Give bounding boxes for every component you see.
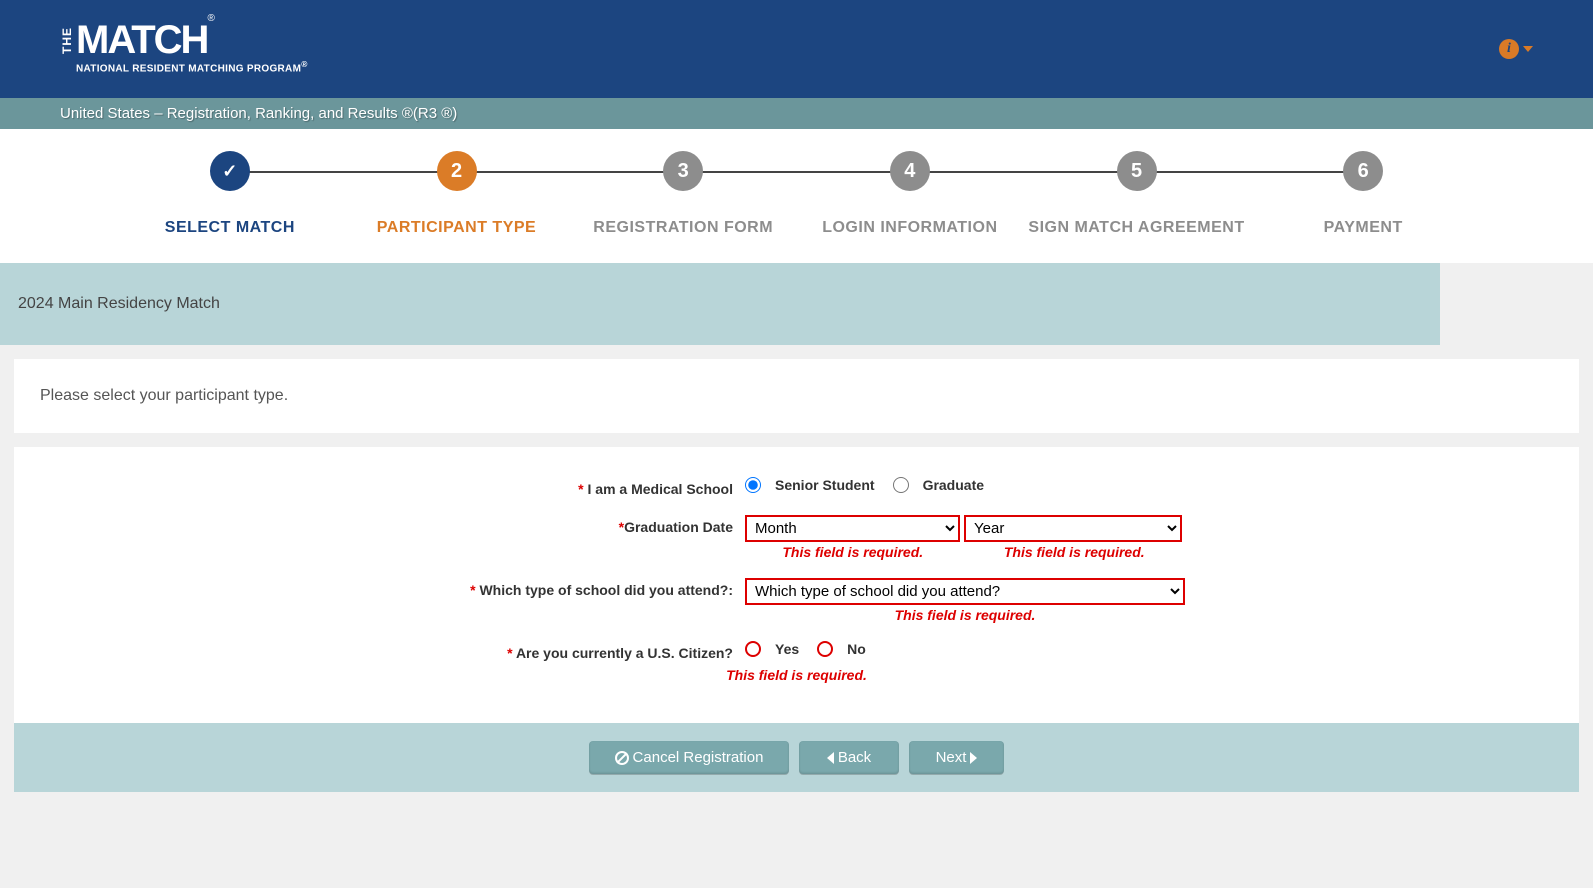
citizen-yes-radio[interactable] xyxy=(745,641,761,657)
month-error: This field is required. xyxy=(745,544,961,560)
graduate-label: Graduate xyxy=(923,477,984,493)
header-bar: THE MATCH ® NATIONAL RESIDENT MATCHING P… xyxy=(0,0,1593,98)
school-type-label: * Which type of school did you attend?: xyxy=(40,578,745,598)
logo-sub: NATIONAL RESIDENT MATCHING PROGRAM® xyxy=(76,59,308,74)
step-label: REGISTRATION FORM xyxy=(593,219,773,237)
citizen-no-radio[interactable] xyxy=(817,641,833,657)
graduation-date-label: *Graduation Date xyxy=(40,515,745,535)
step-number: 3 xyxy=(663,151,703,191)
step-number: 4 xyxy=(890,151,930,191)
next-button[interactable]: Next xyxy=(909,741,1004,774)
senior-student-label: Senior Student xyxy=(775,477,875,493)
step-number: 2 xyxy=(437,151,477,191)
participant-form: * I am a Medical School Senior Student G… xyxy=(14,447,1579,723)
step-number: 6 xyxy=(1343,151,1383,191)
step-number: 5 xyxy=(1117,151,1157,191)
year-select[interactable]: Year xyxy=(964,515,1182,542)
logo: THE MATCH ® NATIONAL RESIDENT MATCHING P… xyxy=(60,23,308,74)
citizen-error: This field is required. xyxy=(40,667,1553,683)
subheader: United States – Registration, Ranking, a… xyxy=(0,98,1593,129)
step-label: LOGIN INFORMATION xyxy=(822,219,997,237)
school-type-error: This field is required. xyxy=(745,607,1185,623)
button-bar: Cancel Registration Back Next xyxy=(14,723,1579,792)
logo-reg: ® xyxy=(207,13,214,24)
school-type-select[interactable]: Which type of school did you attend? xyxy=(745,578,1185,605)
month-select[interactable]: Month xyxy=(745,515,960,542)
check-icon xyxy=(210,151,250,191)
back-button[interactable]: Back xyxy=(799,741,899,774)
logo-main: MATCH xyxy=(76,23,207,57)
stepper: SELECT MATCH 2 PARTICIPANT TYPE 3 REGIST… xyxy=(0,129,1593,263)
info-icon: i xyxy=(1499,39,1519,59)
year-error: This field is required. xyxy=(967,544,1183,560)
caret-left-icon xyxy=(827,752,834,764)
citizen-yes-label: Yes xyxy=(775,641,799,657)
cancel-icon xyxy=(615,751,629,765)
step-participant-type: 2 PARTICIPANT TYPE xyxy=(343,151,570,237)
step-payment: 6 PAYMENT xyxy=(1250,151,1477,237)
step-select-match: SELECT MATCH xyxy=(117,151,344,237)
citizen-label: * Are you currently a U.S. Citizen? xyxy=(40,641,745,661)
logo-the: THE xyxy=(60,27,74,54)
medical-school-label: * I am a Medical School xyxy=(40,477,745,497)
caret-down-icon xyxy=(1523,46,1533,52)
instruction-text: Please select your participant type. xyxy=(40,387,1553,405)
step-label: SELECT MATCH xyxy=(165,219,295,237)
senior-student-radio[interactable] xyxy=(745,477,761,493)
caret-right-icon xyxy=(970,752,977,764)
citizen-no-label: No xyxy=(847,641,866,657)
step-label: SIGN MATCH AGREEMENT xyxy=(1028,219,1244,237)
step-login-information: 4 LOGIN INFORMATION xyxy=(797,151,1024,237)
cancel-registration-button[interactable]: Cancel Registration xyxy=(589,741,789,774)
instruction-box: Please select your participant type. xyxy=(14,359,1579,433)
graduate-radio[interactable] xyxy=(893,477,909,493)
match-banner: 2024 Main Residency Match xyxy=(0,263,1440,345)
step-sign-agreement: 5 SIGN MATCH AGREEMENT xyxy=(1023,151,1250,237)
step-registration-form: 3 REGISTRATION FORM xyxy=(570,151,797,237)
step-label: PARTICIPANT TYPE xyxy=(377,219,536,237)
step-label: PAYMENT xyxy=(1324,219,1403,237)
info-dropdown[interactable]: i xyxy=(1499,39,1533,59)
